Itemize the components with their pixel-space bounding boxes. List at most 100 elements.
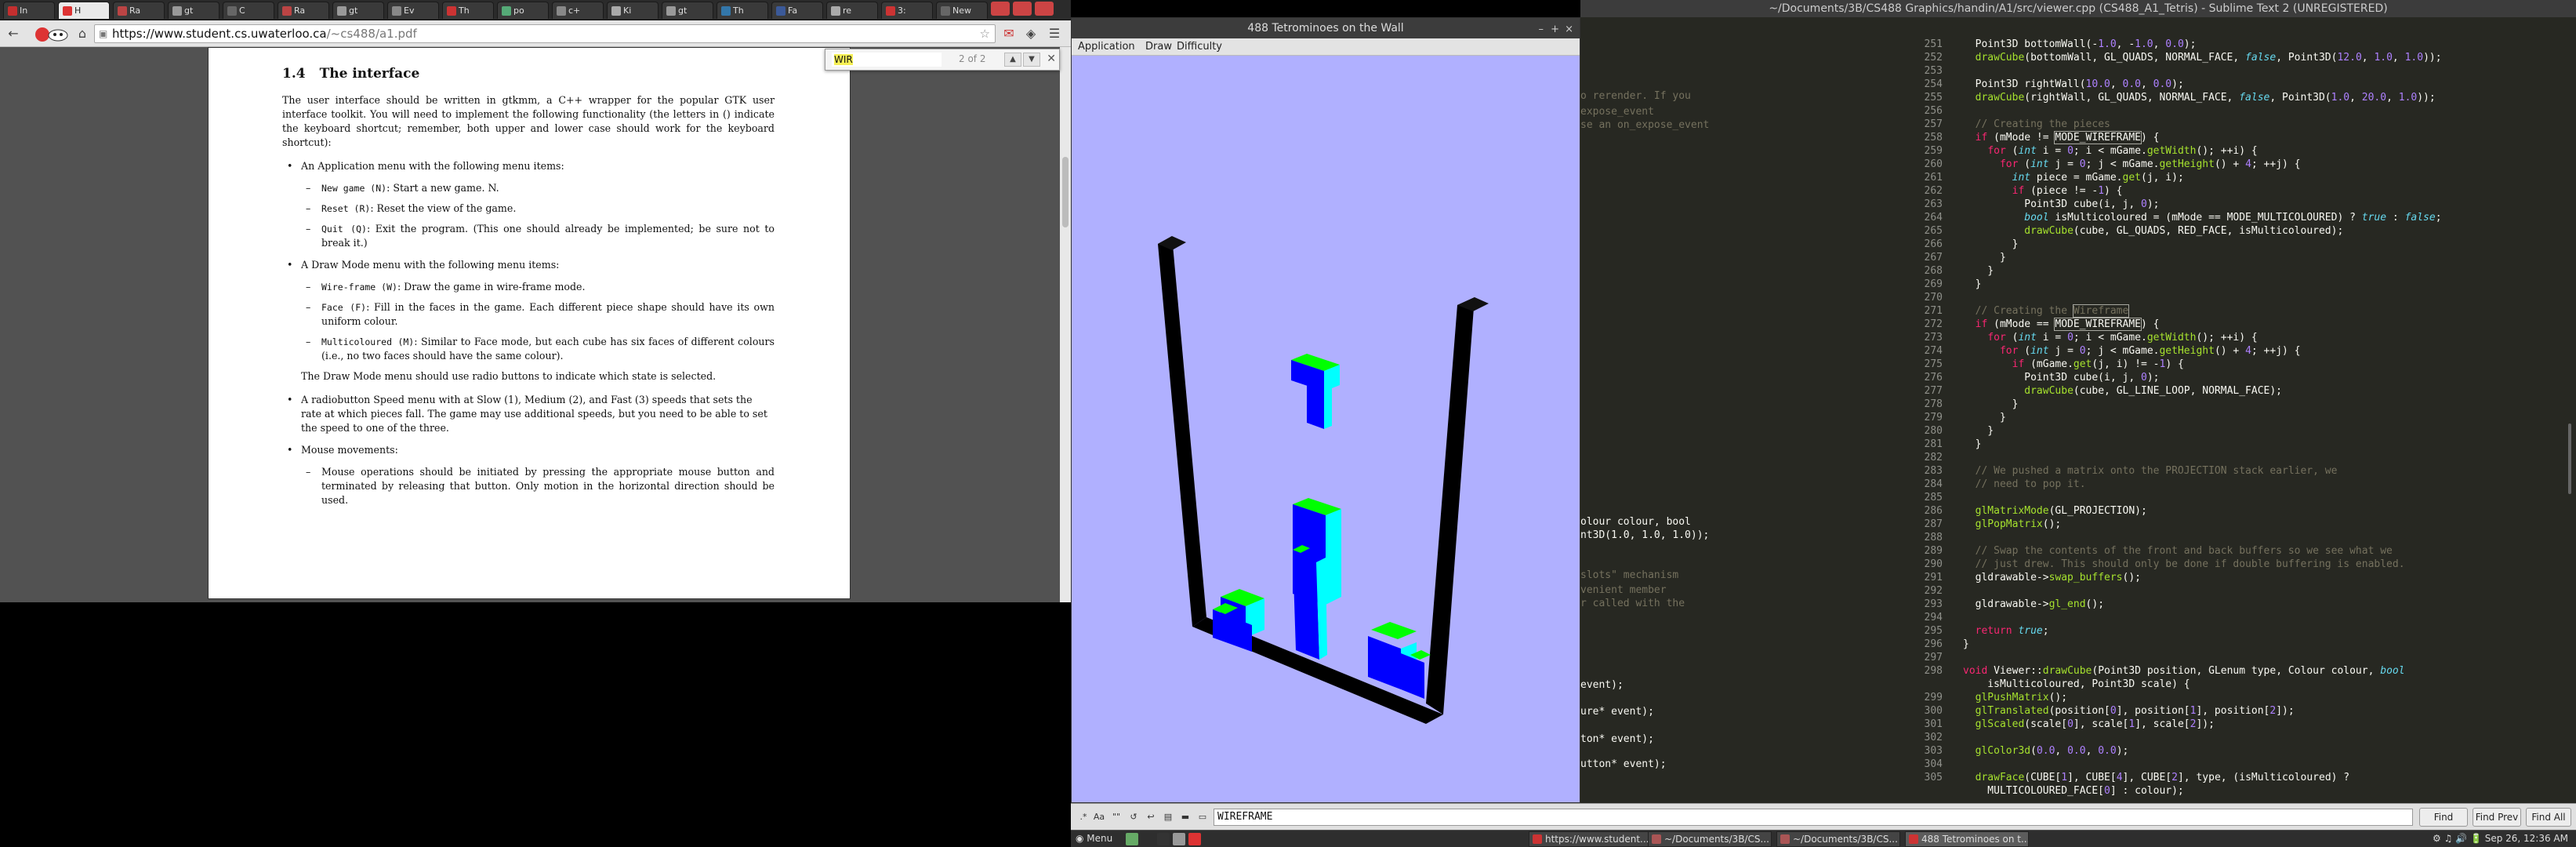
- bookmark-star-icon[interactable]: ☆: [980, 25, 990, 42]
- word-toggle[interactable]: "": [1110, 811, 1123, 823]
- line-number: 253: [1924, 65, 1943, 77]
- find-all-button[interactable]: Find All: [2526, 808, 2571, 827]
- browser-tab[interactable]: New: [936, 2, 988, 19]
- section-number: 1.4: [282, 66, 306, 82]
- code-line: glTranslated(position[0], position[1], p…: [1975, 705, 2295, 717]
- highlight-toggle[interactable]: ▬: [1179, 811, 1192, 823]
- tab-favicon-icon: [502, 6, 511, 16]
- start-menu-button[interactable]: ◉ Menu: [1076, 831, 1112, 847]
- browser-tab[interactable]: c+: [552, 2, 604, 19]
- taskbar-window-button[interactable]: 488 Tetrominoes on t...: [1905, 831, 2029, 847]
- mouse-intro: Mouse movements:: [301, 444, 398, 456]
- game-canvas[interactable]: [1072, 56, 1580, 802]
- browser-icon[interactable]: [1188, 833, 1201, 845]
- browser-tab[interactable]: Th: [717, 2, 768, 19]
- browser-tab[interactable]: Fa: [771, 2, 823, 19]
- extension-icon[interactable]: ◈: [1022, 25, 1039, 42]
- close-icon[interactable]: ✕: [1047, 53, 1056, 65]
- code-line: }: [1963, 238, 2019, 250]
- browser-tab[interactable]: 3:: [881, 2, 933, 19]
- line-number: 281: [1924, 438, 1943, 450]
- terminal-icon[interactable]: [1157, 833, 1170, 845]
- editor-scrollbar[interactable]: [2568, 424, 2571, 494]
- menu-difficulty[interactable]: Difficulty: [1177, 38, 1222, 56]
- browser-tab[interactable]: gt: [332, 2, 384, 19]
- code-line: // We pushed a matrix onto the PROJECTIO…: [1975, 465, 2338, 477]
- code-fragment: expose_event: [1580, 106, 1654, 118]
- scrollbar-thumb[interactable]: [1062, 157, 1068, 227]
- menu-icon[interactable]: ☰: [1046, 25, 1063, 42]
- lock-icon: ▣: [99, 28, 108, 39]
- pdf-scrollbar[interactable]: [1060, 47, 1071, 602]
- left-wall: [1158, 236, 1206, 627]
- selection-toggle[interactable]: ▤: [1162, 811, 1174, 823]
- reverse-toggle[interactable]: ↺: [1127, 811, 1140, 823]
- browser-tab[interactable]: re: [826, 2, 878, 19]
- browser-tab[interactable]: Th: [442, 2, 494, 19]
- browser-tab[interactable]: H: [58, 2, 110, 19]
- line-number: 268: [1924, 265, 1943, 277]
- browser-tab[interactable]: C: [223, 2, 274, 19]
- close-button[interactable]: [1035, 2, 1054, 16]
- code-line: // need to pop it.: [1975, 478, 2086, 490]
- code-line: if (mMode == MODE_WIREFRAME) {: [1975, 318, 2160, 331]
- find-input[interactable]: WIR: [832, 53, 942, 67]
- close-icon[interactable]: ×: [1565, 20, 1573, 40]
- editor-title: ~/Documents/3B/CS488 Graphics/handin/A1/…: [1580, 0, 2576, 17]
- tab-favicon-icon: [282, 6, 292, 16]
- minimize-icon[interactable]: –: [1539, 20, 1544, 40]
- back-icon[interactable]: ←: [5, 25, 22, 42]
- browser-tab[interactable]: Ra: [113, 2, 165, 19]
- browser-tab[interactable]: Ki: [607, 2, 659, 19]
- line-number: 303: [1924, 745, 1943, 757]
- tab-label: 3:: [898, 5, 906, 16]
- pdf-viewer[interactable]: 1.4 The interface The user interface shou…: [0, 47, 1071, 602]
- panel-toggle[interactable]: ▭: [1196, 811, 1209, 823]
- address-bar[interactable]: ▣ https://www.student.cs.uwaterloo.ca/~c…: [94, 24, 996, 43]
- line-number: 258: [1924, 132, 1943, 144]
- taskbar-window-button[interactable]: ~/Documents/3B/CS...: [1776, 831, 1900, 847]
- maximize-button[interactable]: [1013, 2, 1032, 16]
- clock: Sep 26, 12:36 AM: [2484, 833, 2568, 844]
- browser-tab[interactable]: gt: [168, 2, 220, 19]
- tab-favicon-icon: [831, 6, 840, 16]
- menu-application[interactable]: Application: [1078, 38, 1135, 56]
- line-number: 265: [1924, 225, 1943, 237]
- app-menu-intro: An Application menu with the following m…: [301, 160, 564, 172]
- code-area[interactable]: Point3D bottomWall(-1.0, -1.0, 0.0); dra…: [1952, 17, 2556, 803]
- browser-tab[interactable]: po: [497, 2, 549, 19]
- case-toggle[interactable]: Aa: [1093, 811, 1105, 823]
- item-code: Multicoloured (M): [321, 336, 415, 347]
- editor-icon[interactable]: [1173, 833, 1185, 845]
- requirements-list: An Application menu with the following m…: [282, 159, 775, 507]
- regex-toggle[interactable]: .*: [1077, 811, 1090, 823]
- browser-tab[interactable]: Ra: [278, 2, 329, 19]
- find-prev-button[interactable]: ▲: [1004, 53, 1021, 67]
- draw-menu-items: Wire-frame (W): Draw the game in wire-fr…: [301, 280, 775, 363]
- find-field[interactable]: WIREFRAME: [1214, 809, 2413, 826]
- tab-favicon-icon: [886, 6, 895, 16]
- gmail-icon[interactable]: ✉: [1000, 25, 1018, 42]
- maximize-icon[interactable]: +: [1551, 20, 1559, 40]
- code-line: }: [1963, 438, 1982, 450]
- browser-toolbar: ← ⌂ ▣ https://www.student.cs.uwaterloo.c…: [0, 20, 1071, 47]
- browser-tab[interactable]: In: [3, 2, 55, 19]
- browser-tab[interactable]: gt: [662, 2, 713, 19]
- taskbar-window-button[interactable]: ~/Documents/3B/CS...: [1648, 831, 1772, 847]
- find-next-button[interactable]: ▼: [1023, 53, 1040, 67]
- find-button[interactable]: Find: [2419, 808, 2468, 827]
- wrap-toggle[interactable]: ↩: [1145, 811, 1157, 823]
- home-icon[interactable]: ⌂: [74, 25, 91, 42]
- file-manager-icon[interactable]: [1126, 833, 1138, 845]
- code-line: // Creating the Wireframe: [1975, 304, 2130, 318]
- code-line: Point3D rightWall(10.0, 0.0, 0.0);: [1963, 78, 2184, 90]
- minimize-button[interactable]: [991, 2, 1010, 16]
- menu-draw[interactable]: Draw: [1145, 38, 1172, 56]
- find-prev-button[interactable]: Find Prev: [2473, 808, 2521, 827]
- browser-tab[interactable]: Ev: [387, 2, 439, 19]
- task-app-icon: [1909, 834, 1918, 844]
- taskbar-window-button[interactable]: https://www.student...: [1529, 831, 1653, 847]
